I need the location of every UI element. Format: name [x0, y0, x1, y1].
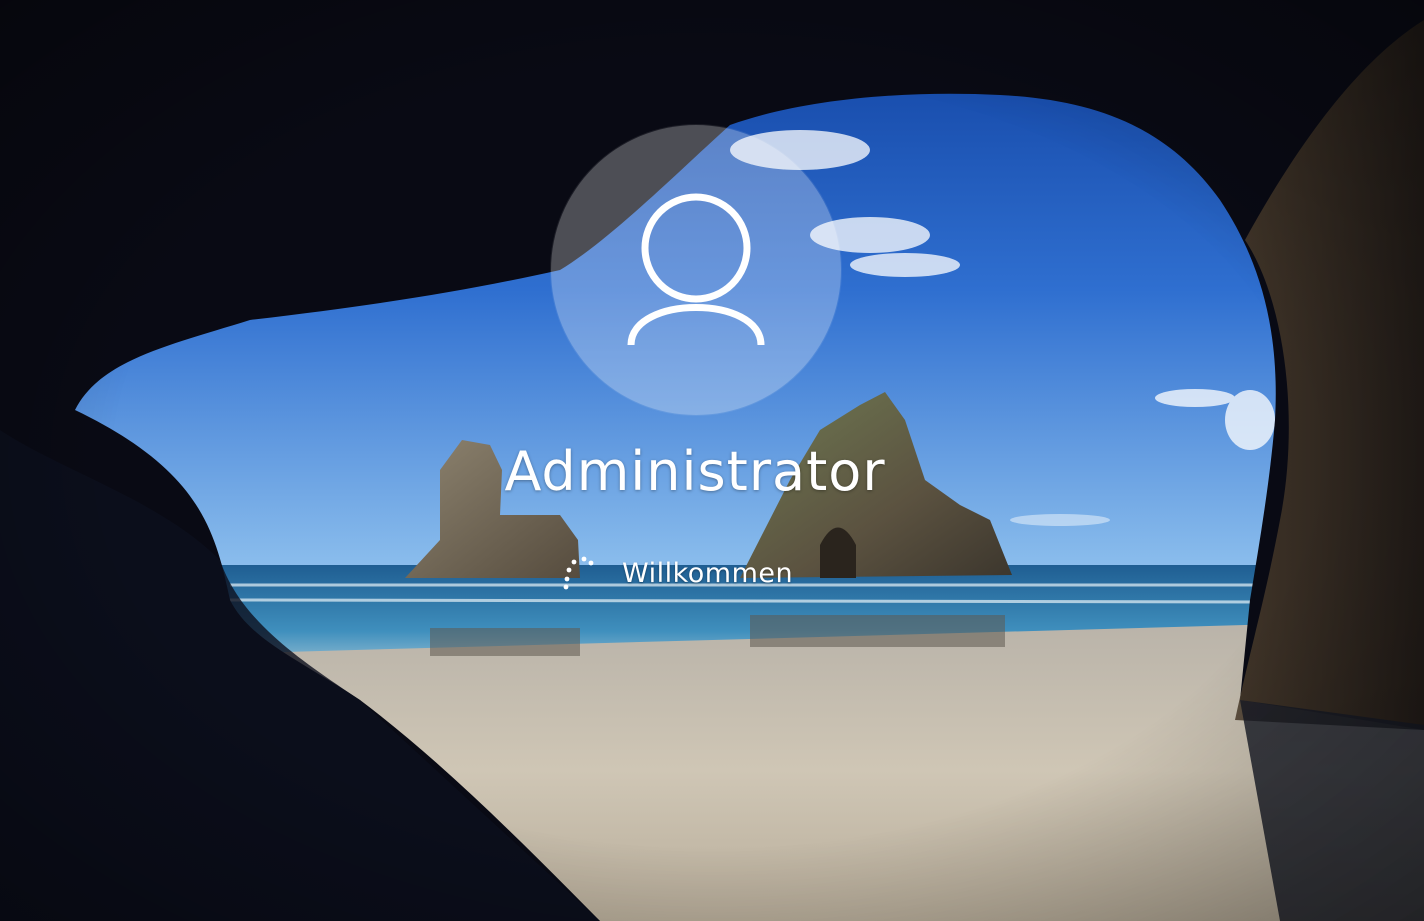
- status-text: Willkommen: [622, 557, 794, 589]
- user-avatar[interactable]: [551, 125, 841, 415]
- login-status: Willkommen: [560, 548, 793, 598]
- loading-spinner-icon: [563, 556, 594, 590]
- lock-screen: Administrator Willkommen: [0, 0, 1424, 921]
- username-label: Administrator: [504, 440, 886, 503]
- user-icon: [627, 193, 765, 346]
